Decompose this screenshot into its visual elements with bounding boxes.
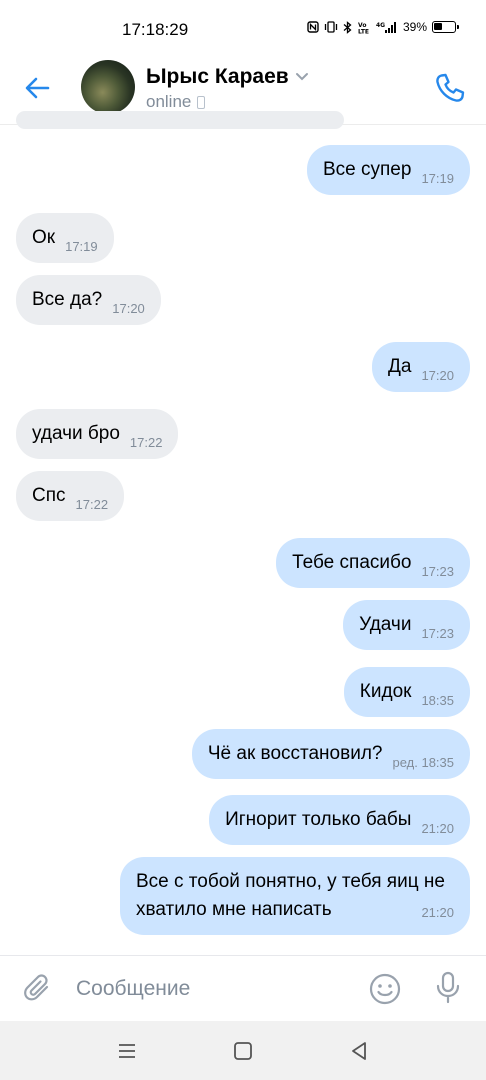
back-arrow-icon[interactable] bbox=[22, 72, 54, 104]
back-triangle-icon[interactable] bbox=[347, 1039, 371, 1063]
contact-name[interactable]: Ырыс Караев bbox=[146, 65, 309, 89]
volte-icon: VoLTE bbox=[358, 22, 369, 34]
system-nav-bar bbox=[0, 1021, 486, 1080]
message-bubble-in[interactable]: удачи бро 17:22 bbox=[16, 409, 179, 459]
avatar[interactable] bbox=[81, 60, 135, 114]
message-time: 17:20 bbox=[112, 301, 145, 316]
phone-call-icon[interactable] bbox=[432, 70, 468, 106]
message-bubble-in[interactable]: Ок 17:19 bbox=[16, 213, 114, 263]
message-bubble-in[interactable]: Спс 17:22 bbox=[16, 471, 125, 521]
message-time: 21:20 bbox=[421, 821, 454, 836]
message-bubble-in[interactable]: Все да? 17:20 bbox=[16, 275, 161, 325]
message-composer bbox=[0, 955, 486, 1022]
message-input[interactable] bbox=[66, 968, 366, 1010]
previous-message-edge bbox=[16, 111, 344, 129]
message-bubble-out[interactable]: Игнорит только бабы 21:20 bbox=[209, 795, 470, 845]
home-icon[interactable] bbox=[231, 1039, 255, 1063]
emoji-icon[interactable] bbox=[368, 972, 402, 1006]
message-time: 17:19 bbox=[421, 171, 454, 186]
battery-percent: 39% bbox=[402, 20, 427, 34]
message-bubble-out[interactable]: Удачи 17:23 bbox=[343, 600, 470, 650]
message-text: удачи бро bbox=[32, 423, 120, 444]
message-list[interactable]: Все супер 17:19 Ок 17:19 Все да? 17:20 Д… bbox=[0, 111, 486, 955]
message-text: Спс bbox=[32, 485, 66, 506]
message-text: Кидок bbox=[359, 681, 412, 702]
message-time: 17:23 bbox=[421, 626, 454, 641]
message-bubble-out[interactable]: Кидок 18:35 bbox=[343, 667, 470, 717]
nfc-icon bbox=[307, 21, 319, 33]
message-bubble-out[interactable]: Да 17:20 bbox=[372, 342, 470, 392]
message-text: Удачи bbox=[359, 614, 412, 635]
message-time: 17:22 bbox=[129, 435, 163, 450]
message-text: Все с тобой понятно, у тебя яиц не хвати… bbox=[136, 871, 445, 920]
vibrate-icon bbox=[324, 21, 338, 33]
message-bubble-out[interactable]: Тебе спасибо 17:23 bbox=[276, 538, 470, 588]
microphone-icon[interactable] bbox=[432, 970, 464, 1006]
message-text: Чё ак восстановил? bbox=[207, 743, 383, 764]
contact-name-text: Ырыс Караев bbox=[146, 65, 289, 88]
message-text: Да bbox=[388, 356, 412, 377]
message-time: 21:20 bbox=[421, 905, 454, 920]
message-time: 17:20 bbox=[421, 368, 454, 383]
chevron-down-icon bbox=[295, 73, 308, 81]
signal-4g-icon: 4G bbox=[376, 21, 396, 33]
recent-apps-icon[interactable] bbox=[115, 1039, 139, 1063]
mobile-device-icon bbox=[197, 95, 206, 109]
online-status: online bbox=[146, 92, 192, 111]
message-text: Все супер bbox=[323, 159, 412, 180]
bluetooth-icon bbox=[343, 20, 352, 34]
svg-text:LTE: LTE bbox=[358, 28, 369, 34]
message-text: Тебе спасибо bbox=[292, 552, 412, 573]
message-text: Ок bbox=[32, 227, 56, 248]
message-time: ред. 18:35 bbox=[392, 755, 454, 770]
message-bubble-out[interactable]: Чё ак восстановил? ред. 18:35 bbox=[191, 729, 470, 779]
contact-status: online bbox=[146, 92, 206, 112]
status-time: 17:18:29 bbox=[122, 20, 189, 39]
svg-text:4G: 4G bbox=[376, 22, 385, 29]
message-bubble-out[interactable]: Все с тобой понятно, у тебя яиц не хвати… bbox=[120, 857, 470, 935]
status-icons: Vo LTE 4G 39% bbox=[307, 20, 459, 34]
paperclip-icon[interactable] bbox=[22, 972, 54, 1004]
message-time: 17:23 bbox=[421, 564, 454, 579]
message-bubble-out[interactable]: Все супер 17:19 bbox=[307, 145, 470, 195]
message-text: Игнорит только бабы bbox=[225, 809, 412, 830]
message-time: 17:19 bbox=[65, 239, 98, 254]
message-time: 18:35 bbox=[421, 693, 454, 708]
status-bar: 17:18:29 Vo LTE 4G 39% bbox=[0, 0, 486, 60]
battery-icon bbox=[432, 21, 459, 33]
message-time: 17:22 bbox=[75, 497, 109, 512]
message-text: Все да? bbox=[32, 289, 103, 310]
